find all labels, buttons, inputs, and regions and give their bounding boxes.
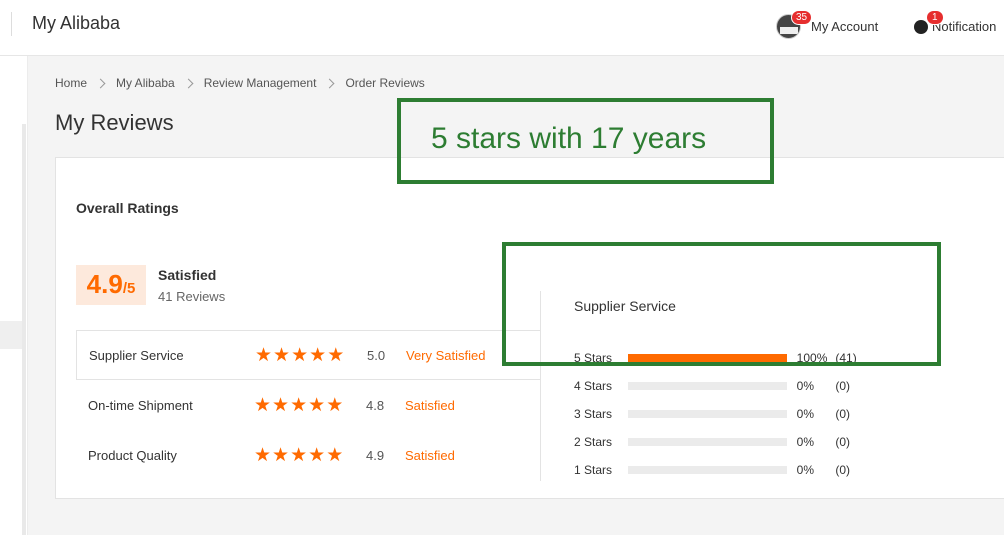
annotation-box: 5 stars with 17 years [397,98,774,184]
star-icon: ★ [272,444,290,466]
notification-badge: 1 [926,10,944,25]
star-icon: ★ [255,344,273,366]
rating-label: On-time Shipment [88,397,193,413]
annotation-highlight-box [502,242,941,366]
rating-score: 5.0 [367,347,386,363]
my-account-label[interactable]: My Account [811,19,878,34]
distribution-percent: 0% [796,379,815,393]
distribution-label: 4 Stars [574,379,613,393]
annotation-text: 5 stars with 17 years [431,122,707,155]
breadcrumb-my-alibaba[interactable]: My Alibaba [116,76,175,90]
chevron-right-icon [325,78,335,88]
distribution-row: 4 Stars 0% (0) [574,372,874,400]
rating-rows: Supplier Service ★ ★ ★ ★ ★ 5.0 Very Satisfie… [76,330,541,480]
star-icon: ★ [308,444,326,466]
rating-status: Satisfied [405,447,455,463]
rating-score: 4.8 [366,397,385,413]
distribution-bar [628,382,787,390]
distribution-label: 2 Stars [574,435,613,449]
distribution-row: 2 Stars 0% (0) [574,428,874,456]
distribution-count: (0) [835,463,851,477]
star-icon: ★ [272,394,290,416]
star-rating: ★ ★ ★ ★ ★ [254,446,366,465]
distribution-count: (0) [835,407,851,421]
rating-score: 4.9 [366,447,385,463]
account-badge: 35 [791,10,813,25]
top-bar: My Alibaba 35 My Account 1 Notification [0,0,1004,56]
my-account-button[interactable]: 35 My Account [776,10,878,41]
chevron-right-icon [183,78,194,88]
star-rating: ★ ★ ★ ★ ★ [255,346,367,365]
sidebar-scrollbar[interactable] [22,124,26,535]
distribution-bar [628,410,787,418]
distribution-percent: 0% [796,463,815,477]
rating-label: Product Quality [88,447,177,463]
rating-status: Satisfied [405,397,455,413]
rating-row-product-quality[interactable]: Product Quality ★ ★ ★ ★ ★ 4.9 Satisfied [76,430,541,480]
sidebar-selected-item[interactable] [0,321,22,349]
distribution-percent: 0% [796,435,815,449]
rating-row-supplier-service[interactable]: Supplier Service ★ ★ ★ ★ ★ 5.0 Very Satisfie… [76,330,541,380]
sidebar [0,56,28,535]
notification-button[interactable]: 1 Notification [914,10,996,41]
star-icon: ★ [326,444,344,466]
star-icon: ★ [309,344,327,366]
star-icon: ★ [327,344,345,366]
score-max: /5 [122,280,136,297]
chevron-right-icon [95,78,106,88]
rating-status: Very Satisfied [406,347,486,363]
star-icon: ★ [290,394,308,416]
distribution-percent: 0% [796,407,815,421]
score-value: 4.9 [86,269,123,299]
bell-icon[interactable] [914,20,928,34]
distribution-row: 1 Stars 0% (0) [574,456,874,484]
overall-score: 4.9 /5 [76,265,146,305]
rating-row-on-time-shipment[interactable]: On-time Shipment ★ ★ ★ ★ ★ 4.8 Satisfied [76,380,541,430]
star-icon: ★ [290,444,308,466]
star-icon: ★ [326,394,344,416]
distribution-bar [628,438,787,446]
star-icon: ★ [254,444,272,466]
breadcrumb-order-reviews: Order Reviews [345,76,425,90]
divider [11,12,12,36]
breadcrumb: Home My Alibaba Review Management Order … [55,76,425,90]
page-title: My Reviews [55,110,174,135]
distribution-label: 1 Stars [574,463,613,477]
distribution-label: 3 Stars [574,407,613,421]
distribution-count: (0) [835,379,851,393]
distribution-bar [628,466,787,474]
distribution-row: 3 Stars 0% (0) [574,400,874,428]
overall-status: Satisfied [158,267,217,283]
brand-title[interactable]: My Alibaba [32,13,120,34]
rating-label: Supplier Service [89,347,184,363]
star-icon: ★ [254,394,272,416]
star-rating: ★ ★ ★ ★ ★ [254,396,366,415]
star-icon: ★ [273,344,291,366]
distribution-count: (0) [835,435,851,449]
star-icon: ★ [308,394,326,416]
review-count[interactable]: 41 Reviews [158,289,225,304]
overall-ratings-title: Overall Ratings [76,200,179,216]
star-icon: ★ [291,344,309,366]
breadcrumb-home[interactable]: Home [55,76,87,90]
breadcrumb-review-management[interactable]: Review Management [204,76,317,90]
